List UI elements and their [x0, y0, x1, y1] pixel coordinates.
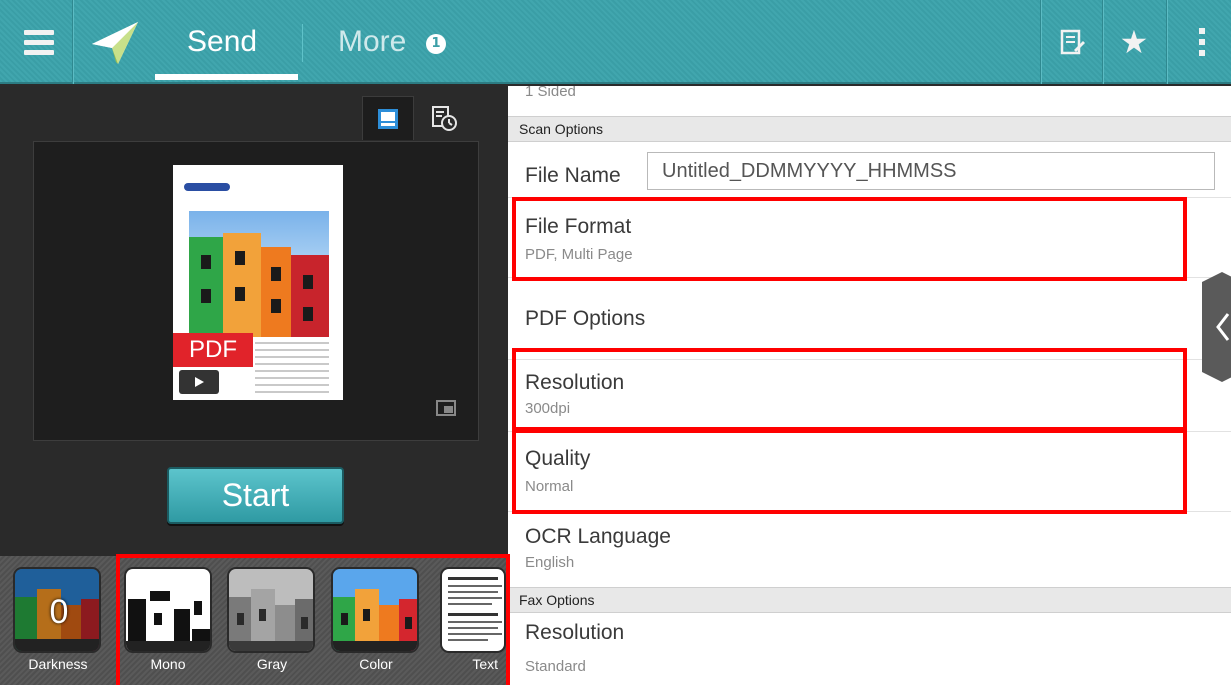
color-mode-strip: 0 Darkness Mono Gray Color Text: [0, 556, 508, 685]
menu-icon[interactable]: [0, 0, 72, 84]
quality-value: Normal: [525, 478, 574, 495]
top-bar: Send More 1 ★: [0, 0, 1231, 84]
divider: [72, 0, 74, 84]
brand-logo: [184, 183, 230, 191]
gray-option[interactable]: [227, 567, 315, 653]
start-button[interactable]: Start: [167, 467, 344, 524]
thumbnail-text: [255, 337, 329, 393]
tab-more[interactable]: More: [338, 0, 406, 84]
fax-resolution-setting[interactable]: Resolution Standard: [508, 614, 1231, 685]
resolution-label: Resolution: [525, 371, 625, 394]
section-title: Scan Options: [519, 121, 604, 137]
document-thumbnail[interactable]: PDF: [173, 165, 343, 400]
pdf-options-setting[interactable]: PDF Options: [508, 278, 1231, 360]
file-type-badge: PDF: [173, 333, 253, 367]
fullscreen-icon[interactable]: [436, 400, 456, 416]
edit-list-icon[interactable]: [1042, 0, 1102, 84]
file-format-value: PDF, Multi Page: [525, 246, 633, 263]
preview-panel: PDF Start 0 Darkness Mono Gray Color Tex…: [0, 86, 508, 685]
sides-setting[interactable]: 1 Sided: [508, 86, 1231, 103]
scheduled-preview-icon[interactable]: [418, 96, 470, 140]
fax-resolution-value: Standard: [525, 658, 586, 675]
quality-setting[interactable]: Quality Normal: [508, 432, 1231, 512]
file-format-label: File Format: [525, 215, 632, 238]
document-preview: PDF: [33, 141, 479, 441]
image-preview-icon[interactable]: [362, 96, 414, 140]
ocr-language-label: OCR Language: [525, 525, 671, 548]
play-icon[interactable]: [179, 370, 219, 394]
ocr-language-value: English: [525, 554, 575, 571]
quality-label: Quality: [525, 447, 591, 470]
text-label: Text: [472, 656, 498, 672]
darkness-option[interactable]: 0: [13, 567, 101, 653]
scan-options-header: Scan Options: [508, 116, 1231, 142]
color-option[interactable]: [331, 567, 419, 653]
text-option[interactable]: [440, 567, 506, 653]
file-format-setting[interactable]: File Format PDF, Multi Page: [508, 198, 1231, 278]
notification-badge: 1: [426, 34, 446, 54]
thumbnail-photo: [189, 211, 329, 337]
tab-separator: [302, 24, 303, 62]
mono-label: Mono: [150, 656, 186, 672]
gray-label: Gray: [256, 656, 288, 672]
file-name-label: File Name: [525, 164, 621, 187]
sides-value: 1 Sided: [525, 86, 576, 100]
mono-option[interactable]: [124, 567, 212, 653]
settings-panel: 1 Sided Scan Options File Name Untitled_…: [508, 86, 1231, 685]
send-plane-icon: [92, 22, 138, 64]
color-label: Color: [359, 656, 393, 672]
star-icon[interactable]: ★: [1104, 0, 1164, 84]
ocr-language-setting[interactable]: OCR Language English: [508, 512, 1231, 587]
overflow-menu-icon[interactable]: [1172, 0, 1231, 84]
tab-send[interactable]: Send: [187, 0, 257, 84]
darkness-value: 0: [49, 592, 69, 631]
file-name-input[interactable]: Untitled_DDMMYYYY_HHMMSS: [647, 152, 1215, 190]
resolution-setting[interactable]: Resolution 300dpi: [508, 360, 1231, 432]
section-title: Fax Options: [519, 592, 595, 608]
fax-resolution-label: Resolution: [525, 621, 625, 644]
pdf-options-label: PDF Options: [525, 307, 646, 330]
drawer-handle-icon[interactable]: [1202, 272, 1231, 382]
resolution-value: 300dpi: [525, 400, 571, 417]
active-tab-indicator: [155, 74, 298, 80]
fax-options-header: Fax Options: [508, 587, 1231, 613]
divider: [1166, 0, 1168, 84]
darkness-label: Darkness: [28, 656, 88, 672]
